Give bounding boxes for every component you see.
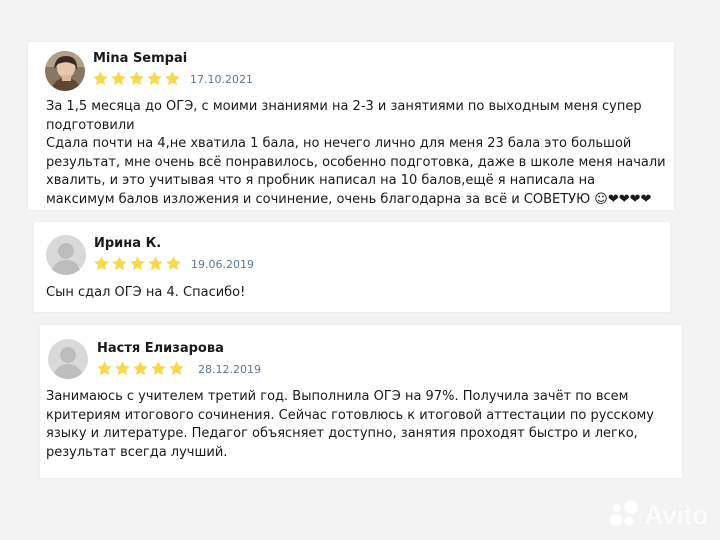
star-icon — [111, 255, 128, 272]
review-text: Сын сдал ОГЭ на 4. Спасибо! — [46, 284, 656, 303]
avatar[interactable] — [46, 235, 86, 275]
review-paragraph: За 1,5 месяца до ОГЭ, с моими знаниями н… — [46, 99, 642, 133]
star-icon — [114, 360, 131, 377]
star-rating — [93, 255, 182, 272]
star-icon — [150, 360, 167, 377]
star-icon — [146, 70, 163, 87]
avatar[interactable] — [45, 51, 85, 91]
review-author: Ирина К. — [94, 236, 162, 251]
star-icon — [168, 360, 185, 377]
star-icon — [129, 255, 146, 272]
review-date: 19.06.2019 — [191, 258, 254, 271]
star-icon — [92, 70, 109, 87]
star-icon — [164, 70, 181, 87]
review-author: Mina Sempai — [93, 51, 188, 66]
review-paragraph: Занимаюсь с учителем третий год. Выполни… — [46, 389, 654, 460]
avito-watermark: Avito — [607, 498, 709, 532]
review-paragraph: Сдала почти на 4,не хватила 1 бала, но н… — [46, 136, 666, 207]
star-icon — [110, 70, 127, 87]
star-icon — [128, 70, 145, 87]
review-paragraph: Сын сдал ОГЭ на 4. Спасибо! — [46, 285, 246, 300]
star-icon — [147, 255, 164, 272]
star-icon — [96, 360, 113, 377]
star-rating — [96, 360, 185, 377]
review-text: За 1,5 месяца до ОГЭ, с моими знаниями н… — [46, 98, 666, 209]
review-card: Mina Sempai 17.10.2021 За 1,5 месяца до … — [28, 42, 674, 210]
review-date: 17.10.2021 — [190, 73, 253, 86]
review-author: Настя Елизарова — [97, 341, 224, 356]
review-date: 28.12.2019 — [198, 363, 261, 376]
review-card: Ирина К. 19.06.2019 Сын сдал ОГЭ на 4. С… — [34, 222, 670, 312]
star-rating — [92, 70, 181, 87]
review-card: Настя Елизарова 28.12.2019 Занимаюсь с у… — [40, 325, 682, 478]
avito-dots-logo-icon — [607, 498, 641, 532]
watermark-text: Avito — [644, 499, 709, 530]
avatar[interactable] — [48, 339, 88, 379]
star-icon — [93, 255, 110, 272]
star-icon — [165, 255, 182, 272]
review-text: Занимаюсь с учителем третий год. Выполни… — [46, 388, 676, 462]
star-icon — [132, 360, 149, 377]
